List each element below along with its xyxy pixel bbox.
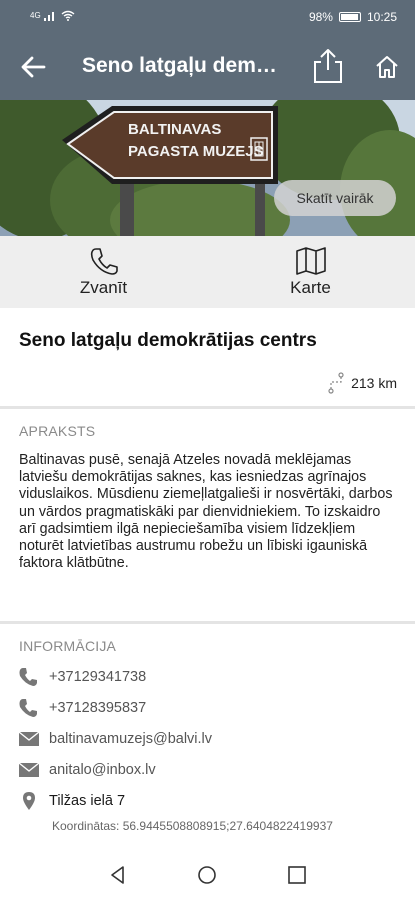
network-label: 4G bbox=[30, 11, 41, 20]
info-heading: INFORMĀCIJA bbox=[19, 638, 117, 654]
sign-text-line1: BALTINAVAS bbox=[128, 121, 221, 138]
email-1[interactable]: baltinavamuzejs@balvi.lv bbox=[49, 731, 212, 747]
divider bbox=[0, 621, 415, 624]
phone-icon bbox=[19, 668, 37, 686]
map-icon bbox=[296, 247, 326, 275]
nav-back-icon[interactable] bbox=[108, 865, 128, 885]
system-nav-bar bbox=[0, 850, 415, 900]
mail-icon bbox=[18, 731, 40, 746]
mail-icon bbox=[18, 762, 40, 777]
divider bbox=[0, 406, 415, 409]
phone-row-2[interactable]: +37128395837 bbox=[18, 697, 146, 719]
phone-number-1[interactable]: +37129341738 bbox=[49, 669, 146, 685]
action-bar: Zvanīt Karte bbox=[0, 236, 415, 308]
show-more-button[interactable]: Skatīt vairāk bbox=[274, 180, 396, 216]
distance-info: 213 km bbox=[327, 372, 397, 394]
home-icon[interactable] bbox=[374, 54, 400, 80]
call-action[interactable]: Zvanīt bbox=[0, 236, 207, 308]
sign-text-line2: PAGASTA MUZEJS bbox=[128, 143, 264, 160]
nav-recents-icon[interactable] bbox=[287, 865, 307, 885]
battery-percent: 98% bbox=[308, 10, 333, 24]
wifi-icon bbox=[61, 10, 75, 21]
phone-row-1[interactable]: +37129341738 bbox=[18, 666, 146, 688]
battery-icon bbox=[338, 12, 361, 22]
nav-home-icon[interactable] bbox=[197, 865, 217, 885]
signal-icon bbox=[43, 12, 54, 21]
call-label: Zvanīt bbox=[79, 278, 128, 297]
coordinates: Koordinātas: 56.9445508808915;27.6404822… bbox=[52, 819, 333, 833]
email-row-2[interactable]: anitalo@inbox.lv bbox=[18, 759, 156, 781]
clock: 10:25 bbox=[366, 10, 397, 24]
email-row-1[interactable]: baltinavamuzejs@balvi.lv bbox=[18, 728, 212, 750]
location-pin-icon bbox=[23, 792, 35, 810]
address-row[interactable]: Tilžas ielā 7 bbox=[18, 790, 125, 812]
phone-number-2[interactable]: +37128395837 bbox=[49, 700, 146, 716]
status-icons-left: 4G bbox=[30, 10, 75, 21]
description-text: Baltinavas pusē, senajā Atzeles novadā m… bbox=[19, 452, 393, 572]
map-action[interactable]: Karte bbox=[207, 236, 414, 308]
status-icons-right: 98% 10:25 bbox=[309, 10, 397, 24]
address: Tilžas ielā 7 bbox=[49, 793, 126, 809]
place-title: Seno latgaļu demokrātijas centrs bbox=[19, 330, 317, 351]
back-arrow-icon[interactable] bbox=[18, 52, 48, 82]
route-icon bbox=[328, 372, 344, 394]
description-heading: APRAKSTS bbox=[19, 423, 96, 439]
share-icon[interactable] bbox=[312, 48, 344, 84]
map-label: Karte bbox=[290, 278, 331, 297]
page-title: Seno latgaļu demokrātijas centrs bbox=[82, 54, 282, 77]
phone-icon bbox=[19, 699, 37, 717]
phone-icon bbox=[90, 248, 118, 275]
app-bar: Seno latgaļu demokrātijas centrs bbox=[0, 34, 415, 100]
email-2[interactable]: anitalo@inbox.lv bbox=[49, 762, 156, 778]
status-bar: 4G 98% 10:25 bbox=[0, 0, 415, 34]
distance-value: 213 km bbox=[351, 375, 397, 391]
